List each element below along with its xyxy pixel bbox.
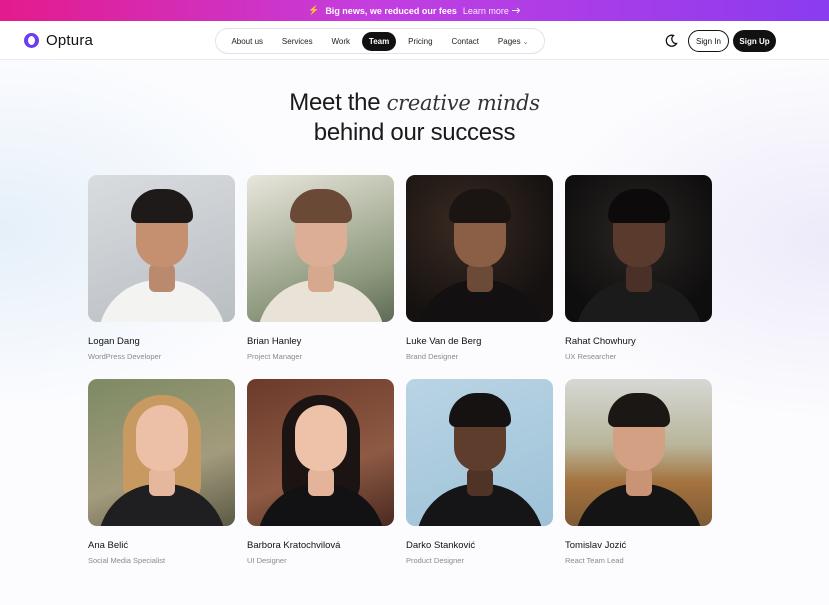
- brand-name: Optura: [46, 32, 94, 49]
- member-photo: [247, 379, 394, 526]
- member-role: Social Media Specialist: [88, 556, 166, 565]
- nav-item-pages-label: Pages: [497, 36, 521, 46]
- main-nav: About us Services Work Team Pricing Cont…: [215, 28, 545, 54]
- member-role: Project Manager: [247, 352, 303, 361]
- team-heading: Meet the creative minds behind our succe…: [0, 88, 829, 147]
- member-photo: [406, 175, 553, 322]
- member-name: Logan Dang: [88, 336, 140, 347]
- site-header: Optura About us Services Work Team Prici…: [0, 21, 829, 60]
- sign-in-button[interactable]: Sign In: [688, 30, 729, 52]
- chevron-down-icon: ⌄: [522, 38, 529, 46]
- team-card[interactable]: Luke Van de Berg Brand Designer: [406, 175, 553, 361]
- member-name: Brian Hanley: [247, 336, 302, 347]
- team-card[interactable]: Darko Stanković Product Designer: [406, 379, 553, 565]
- member-name: Ana Belić: [88, 540, 129, 551]
- member-role: UX Researcher: [565, 352, 617, 361]
- announcement-bar: ⚡ Big news, we reduced our fees Learn mo…: [0, 0, 829, 21]
- member-name: Rahat Chowhury: [565, 336, 636, 347]
- sign-up-button[interactable]: Sign Up: [733, 30, 776, 52]
- heading-italic: creative minds: [386, 91, 540, 115]
- member-photo: [247, 175, 394, 322]
- team-card[interactable]: Barbora Kratochvilová UI Designer: [247, 379, 394, 565]
- team-card[interactable]: Tomislav Jozić React Team Lead: [565, 379, 712, 565]
- member-name: Luke Van de Berg: [406, 336, 482, 347]
- member-role: Product Designer: [406, 556, 464, 565]
- learn-more-link[interactable]: Learn more: [463, 6, 521, 16]
- nav-item-about-us[interactable]: About us: [224, 32, 270, 51]
- moon-icon[interactable]: [664, 34, 678, 48]
- member-role: UI Designer: [247, 556, 287, 565]
- member-name: Darko Stanković: [406, 540, 476, 551]
- brand-logo[interactable]: Optura: [24, 32, 93, 49]
- team-card[interactable]: Ana Belić Social Media Specialist: [88, 379, 235, 565]
- optura-logo-icon: [24, 33, 39, 48]
- heading-line-2: behind our success: [313, 119, 516, 146]
- member-photo: [88, 175, 235, 322]
- member-role: React Team Lead: [565, 556, 624, 565]
- learn-more-label: Learn more: [462, 5, 509, 16]
- announcement-message: Big news, we reduced our fees: [325, 5, 457, 16]
- nav-item-services[interactable]: Services: [275, 32, 320, 51]
- nav-item-pricing[interactable]: Pricing: [401, 32, 439, 51]
- member-photo: [565, 379, 712, 526]
- member-role: WordPress Developer: [88, 352, 162, 361]
- team-card[interactable]: Logan Dang WordPress Developer: [88, 175, 235, 361]
- member-role: Brand Designer: [406, 352, 459, 361]
- heading-line-1: Meet the creative minds: [0, 88, 829, 118]
- member-photo: [565, 175, 712, 322]
- page: ⚡ Big news, we reduced our fees Learn mo…: [0, 0, 829, 605]
- nav-item-pages[interactable]: Pages ⌄: [491, 32, 536, 51]
- nav-item-contact[interactable]: Contact: [444, 32, 486, 51]
- lightning-bolt-icon: ⚡: [308, 5, 320, 15]
- member-photo: [88, 379, 235, 526]
- nav-item-team[interactable]: Team: [361, 31, 397, 51]
- heading-plain: Meet the: [289, 89, 381, 116]
- team-card[interactable]: Rahat Chowhury UX Researcher: [565, 175, 712, 361]
- member-name: Tomislav Jozić: [565, 540, 627, 551]
- nav-item-work[interactable]: Work: [324, 32, 357, 51]
- member-photo: [406, 379, 553, 526]
- team-card[interactable]: Brian Hanley Project Manager: [247, 175, 394, 361]
- member-name: Barbora Kratochvilová: [247, 540, 341, 551]
- arrow-right-icon: [511, 7, 521, 14]
